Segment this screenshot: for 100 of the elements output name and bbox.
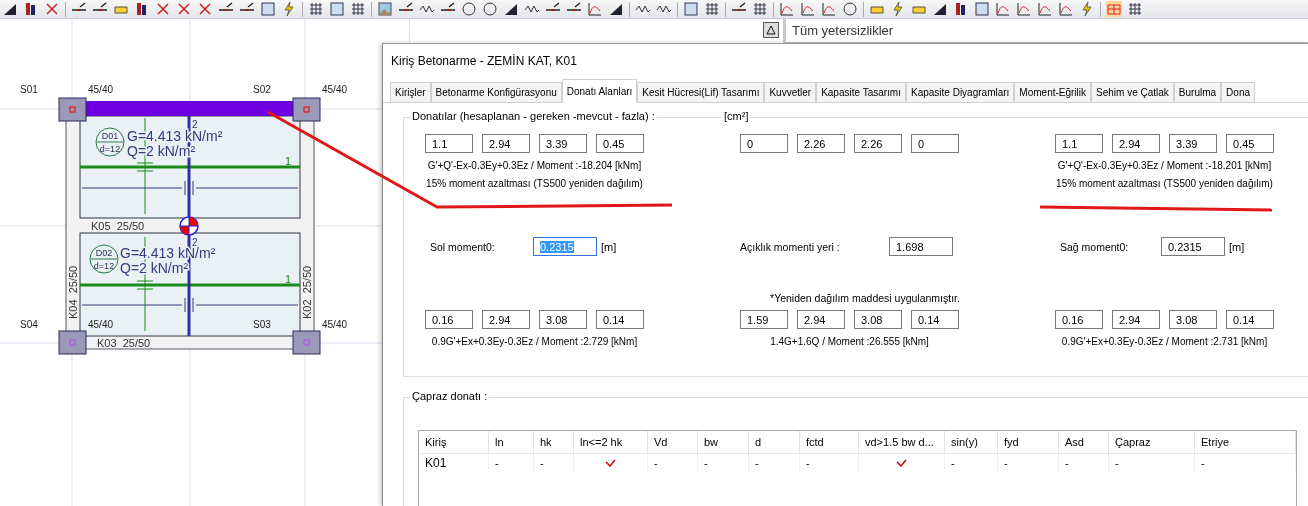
tab[interactable]: Kuvvetler (764, 82, 817, 102)
group-legend: Çapraz donatı : (410, 390, 490, 402)
beam-label: K02 25/50 (301, 265, 313, 319)
triangle-icon[interactable] (503, 1, 519, 17)
value-field[interactable]: 2.94 (482, 134, 530, 153)
value-field[interactable]: 2.26 (797, 134, 845, 153)
combination-text: 1.4G+1.6Q / Moment :26.555 [kNm] (770, 336, 929, 347)
triangle-icon[interactable] (608, 1, 624, 17)
tab[interactable]: Kapasite Tasarımı (816, 82, 906, 102)
value-field[interactable]: 0.45 (596, 134, 644, 153)
collapse-button[interactable] (763, 22, 779, 38)
bolt-icon[interactable] (890, 1, 906, 17)
value-field[interactable]: 0.14 (1226, 310, 1274, 329)
combination-text: 0.9G'+Ex+0.3Ey-0.3Ez / Moment :2.729 [kNm] (431, 336, 638, 347)
table-cell: - (534, 454, 574, 472)
column-block[interactable] (292, 97, 321, 122)
circle-icon[interactable] (482, 1, 498, 17)
value-field[interactable]: 2.94 (1112, 134, 1160, 153)
value-field[interactable]: 0 (911, 134, 959, 153)
circle-icon[interactable] (461, 1, 477, 17)
column-header[interactable]: vd>1.5 bw d... (859, 431, 945, 454)
column-header[interactable]: Kiriş (419, 431, 489, 454)
grid-icon[interactable] (752, 1, 768, 17)
cross-icon[interactable] (197, 1, 213, 17)
value-field[interactable]: 2.94 (482, 310, 530, 329)
value-field[interactable]: 0.16 (1055, 310, 1103, 329)
frame-icon[interactable] (683, 1, 699, 17)
chart-icon[interactable] (1058, 1, 1074, 17)
value-field[interactable]: 0.16 (425, 310, 473, 329)
value-field[interactable]: 2.26 (854, 134, 902, 153)
chart-icon[interactable] (587, 1, 603, 17)
tab[interactable]: Kesit Hücresi(Lif) Tasarımı (637, 82, 765, 102)
chart-icon[interactable] (1016, 1, 1032, 17)
table-cell: - (1195, 454, 1296, 472)
grid-icon[interactable] (308, 1, 324, 17)
value-field[interactable]: 1.1 (1055, 134, 1103, 153)
triangle-icon[interactable] (932, 1, 948, 17)
chart-icon[interactable] (1037, 1, 1053, 17)
chart-icon[interactable] (995, 1, 1011, 17)
unit-label: [m] (601, 240, 617, 253)
value-field[interactable]: 3.08 (1169, 310, 1217, 329)
value-field[interactable]: 0.45 (1226, 134, 1274, 153)
column-header[interactable]: hk (534, 431, 574, 454)
column-header[interactable]: sin(y) (945, 431, 998, 454)
slab-tag: D02 d=12 (89, 244, 119, 274)
column-header[interactable]: fctd (800, 431, 859, 454)
value-field[interactable]: 2.94 (797, 310, 845, 329)
tab[interactable]: Kapasite Diyagramları (906, 82, 1015, 102)
value-field[interactable]: 3.08 (539, 310, 587, 329)
grid-icon[interactable] (1127, 1, 1143, 17)
tab[interactable]: Dona (1221, 82, 1255, 102)
circle-icon[interactable] (842, 1, 858, 17)
column-header[interactable]: ln<=2 hk (574, 431, 648, 454)
frame-icon[interactable] (329, 1, 345, 17)
chart-icon[interactable] (821, 1, 837, 17)
bolt-icon[interactable] (1079, 1, 1095, 17)
table-cell: - (800, 454, 859, 472)
column-header[interactable]: bw (698, 431, 749, 454)
cross-icon[interactable] (44, 1, 60, 17)
frame-icon[interactable] (974, 1, 990, 17)
column-header[interactable]: Çapraz (1109, 431, 1195, 454)
column-block[interactable] (58, 97, 87, 122)
frame-icon[interactable] (260, 1, 276, 17)
tab[interactable]: Betonarme Konfigürasyonu (430, 82, 562, 102)
chart-icon[interactable] (800, 1, 816, 17)
value-field[interactable]: 0.14 (596, 310, 644, 329)
column-header[interactable]: Etriye (1195, 431, 1296, 454)
tab[interactable]: Burulma (1173, 82, 1222, 102)
cross-icon[interactable] (176, 1, 192, 17)
value-field[interactable]: 1.1 (425, 134, 473, 153)
value-field[interactable]: 1.59 (740, 310, 788, 329)
field-label: Açıklık momenti yeri : (740, 240, 841, 253)
cross-icon[interactable] (155, 1, 171, 17)
grid-icon[interactable] (704, 1, 720, 17)
tab[interactable]: Moment-Eğrilik (1014, 82, 1092, 102)
chart-icon[interactable] (779, 1, 795, 17)
triangle-icon[interactable] (2, 1, 18, 17)
grid-icon[interactable] (350, 1, 366, 17)
tab[interactable]: Kirişler (390, 82, 431, 102)
column-header[interactable]: fyd (998, 431, 1059, 454)
combination-text: G'+Q'-Ex-0.3Ey+0.3Ez / Moment :-18.201 [kNm] (1057, 160, 1272, 171)
landscape-icon[interactable] (377, 1, 393, 17)
tab[interactable]: Donatı Alanları (561, 79, 638, 103)
column-header[interactable]: ln (489, 431, 534, 454)
value-field[interactable]: 2.94 (1112, 310, 1160, 329)
column-header[interactable]: d (749, 431, 800, 454)
group-legend: Donatılar (hesaplanan - gereken -mevcut - fazla) : (410, 110, 657, 122)
value-field[interactable]: 0.14 (911, 310, 959, 329)
column-label: S01 (20, 84, 38, 95)
value-field[interactable]: 3.39 (1169, 134, 1217, 153)
tab[interactable]: Sehim ve Çatlak (1091, 82, 1174, 102)
value-field[interactable]: 3.39 (539, 134, 587, 153)
value-field[interactable]: 3.08 (854, 310, 902, 329)
value-field[interactable]: 0.2315 (1161, 237, 1225, 256)
column-header[interactable]: Asd (1059, 431, 1109, 454)
value-field[interactable]: 0 (740, 134, 788, 153)
table-icon[interactable] (1106, 1, 1122, 17)
bolt-icon[interactable] (281, 1, 297, 17)
value-field[interactable]: 1.698 (889, 237, 953, 256)
column-header[interactable]: Vd (648, 431, 698, 454)
